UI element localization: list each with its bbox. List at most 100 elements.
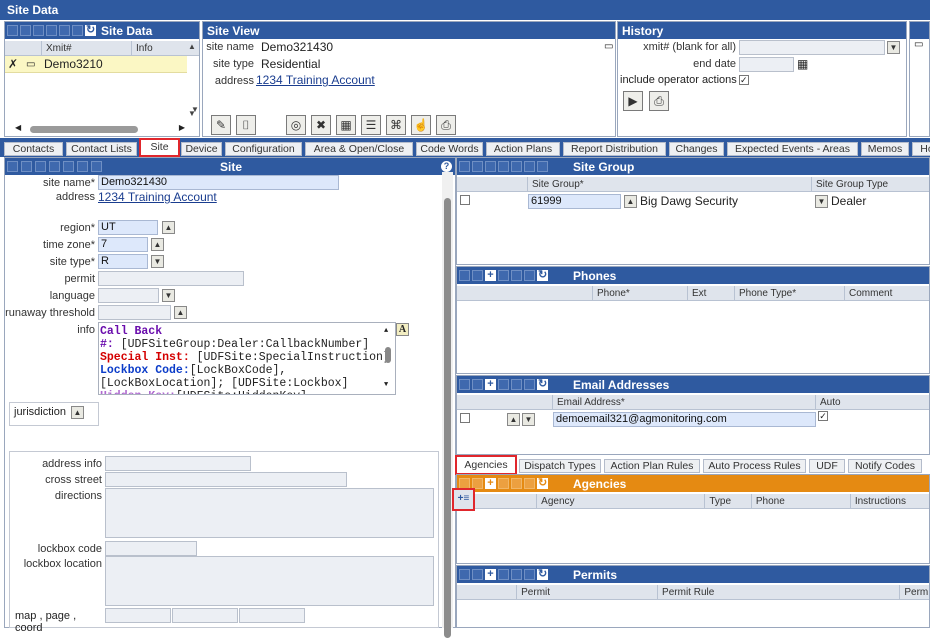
network-icon[interactable]: ⌘ (386, 115, 406, 135)
refresh-icon[interactable]: ↻ (85, 25, 96, 36)
refresh-icon[interactable]: ↻ (537, 270, 548, 281)
list-icon[interactable] (459, 161, 470, 172)
tab-auto-process-rules[interactable]: Auto Process Rules (703, 459, 806, 473)
add-icon[interactable] (485, 161, 496, 172)
print-history-icon[interactable]: ⎙ (649, 91, 669, 111)
chevron-up-icon[interactable]: ▲ (162, 221, 175, 234)
cancel-icon[interactable] (524, 161, 535, 172)
chevron-up-icon[interactable]: ▲ (624, 195, 637, 208)
refresh-icon[interactable] (91, 161, 102, 172)
delete-icon[interactable] (59, 25, 70, 36)
cross-street-input[interactable] (105, 472, 347, 487)
tab-report-distribution[interactable]: Report Distribution (563, 142, 666, 156)
tab-action-plan-rules[interactable]: Action Plan Rules (604, 459, 700, 473)
sitetype-input[interactable]: R (98, 254, 148, 269)
horizontal-scrollbar[interactable]: ◀ ▶ (15, 123, 185, 134)
cancel-icon[interactable] (524, 569, 535, 580)
edit-icon[interactable] (472, 569, 483, 580)
tab-agencies[interactable]: Agencies (455, 455, 517, 475)
view-scroll-down-icon[interactable]: ▼ (191, 105, 199, 114)
text-format-icon[interactable]: A (396, 323, 409, 336)
lockbox-location-textarea[interactable] (105, 556, 434, 606)
site-data-row[interactable]: ✗ ▭ Demo3210 (5, 56, 187, 73)
tab-contact-lists[interactable]: Contact Lists (66, 142, 137, 156)
notepad-icon[interactable]: ✎ (211, 115, 231, 135)
tab-site[interactable]: Site (139, 138, 180, 157)
scroll-up-icon[interactable]: ▲ (188, 42, 198, 51)
region-input[interactable]: UT (98, 220, 158, 235)
xmit-select[interactable] (739, 40, 885, 55)
address-link[interactable]: 1234 Training Account (256, 73, 375, 87)
runaway-input[interactable] (98, 305, 171, 320)
save-icon[interactable] (498, 379, 509, 390)
tools-icon[interactable]: ✗ (8, 57, 22, 71)
chevron-down-icon[interactable]: ▼ (815, 195, 828, 208)
add-agency-icon[interactable]: +≡ (452, 488, 475, 511)
row-checkbox[interactable] (460, 195, 470, 205)
refresh-icon[interactable]: ↻ (537, 379, 548, 390)
list-icon[interactable] (459, 270, 470, 281)
tab-ho[interactable]: Ho (912, 142, 930, 156)
scroll-thumb[interactable] (385, 347, 391, 363)
save-icon[interactable] (498, 478, 509, 489)
tab-action-plans[interactable]: Action Plans (486, 142, 560, 156)
note-icon[interactable]: ▭ (604, 41, 613, 52)
info-scrollbar[interactable]: ▲ ▼ (384, 325, 393, 392)
marker-icon[interactable]: ⌷ (236, 115, 256, 135)
email-input[interactable]: demoemail321@agmonitoring.com (553, 412, 816, 427)
tab-expected-events[interactable]: Expected Events - Areas (727, 142, 858, 156)
directions-textarea[interactable] (105, 488, 434, 538)
chevron-down-icon[interactable]: ▼ (162, 289, 175, 302)
scroll-left-icon[interactable]: ◀ (15, 123, 21, 132)
refresh-icon[interactable]: ↻ (537, 478, 548, 489)
scroll-thumb[interactable] (444, 198, 451, 638)
add-icon[interactable] (33, 25, 44, 36)
keypad-icon[interactable]: ▦ (336, 115, 356, 135)
cancel-icon[interactable] (524, 379, 535, 390)
chevron-up-icon[interactable]: ▲ (174, 306, 187, 319)
edit-icon[interactable] (472, 161, 483, 172)
scroll-right-icon[interactable]: ▶ (179, 123, 185, 132)
tab-changes[interactable]: Changes (669, 142, 724, 156)
list-icon[interactable] (459, 569, 470, 580)
tab-dispatch-types[interactable]: Dispatch Types (519, 459, 601, 473)
move-down-icon[interactable]: ▼ (522, 413, 535, 426)
checklist-icon[interactable]: ☰ (361, 115, 381, 135)
delete-icon[interactable] (511, 161, 522, 172)
refresh-icon[interactable] (537, 161, 548, 172)
chevron-down-icon[interactable]: ▼ (887, 41, 900, 54)
move-up-icon[interactable]: ▲ (507, 413, 520, 426)
list-icon[interactable] (459, 379, 470, 390)
add-icon[interactable]: + (485, 478, 496, 489)
site-group-row[interactable]: 61999 ▲ Big Dawg Security ▼ Dealer (457, 192, 929, 210)
list-icon[interactable] (7, 25, 18, 36)
add-icon[interactable] (35, 161, 46, 172)
tab-area-open-close[interactable]: Area & Open/Close (305, 142, 413, 156)
edit-icon[interactable] (21, 161, 32, 172)
site-name-input[interactable]: Demo321430 (98, 175, 339, 190)
language-select[interactable] (98, 288, 159, 303)
address-link[interactable]: 1234 Training Account (98, 190, 217, 204)
timezone-input[interactable]: 7 (98, 237, 148, 252)
scroll-down-icon[interactable]: ▼ (384, 379, 388, 392)
cancel-icon[interactable] (72, 25, 83, 36)
tab-configuration[interactable]: Configuration (225, 142, 302, 156)
delete-icon[interactable] (511, 569, 522, 580)
tools-icon[interactable]: ✖ (311, 115, 331, 135)
save-icon[interactable] (498, 270, 509, 281)
save-icon[interactable] (498, 569, 509, 580)
tab-code-words[interactable]: Code Words (416, 142, 483, 156)
chevron-up-icon[interactable]: ▲ (71, 406, 84, 419)
note-icon[interactable]: ▭ (26, 59, 38, 70)
include-checkbox[interactable]: ✓ (739, 75, 749, 85)
calendar-icon[interactable]: ▦ (797, 57, 808, 71)
auto-checkbox[interactable]: ✓ (818, 411, 828, 421)
help-icon[interactable]: ? (441, 161, 452, 172)
chevron-up-icon[interactable]: ▲ (151, 238, 164, 251)
site-group-input[interactable]: 61999 (528, 194, 621, 209)
cancel-icon[interactable] (77, 161, 88, 172)
map-input[interactable] (105, 608, 171, 623)
tab-memos[interactable]: Memos (861, 142, 909, 156)
note-icon[interactable]: ▭ (914, 39, 929, 50)
address-info-input[interactable] (105, 456, 251, 471)
